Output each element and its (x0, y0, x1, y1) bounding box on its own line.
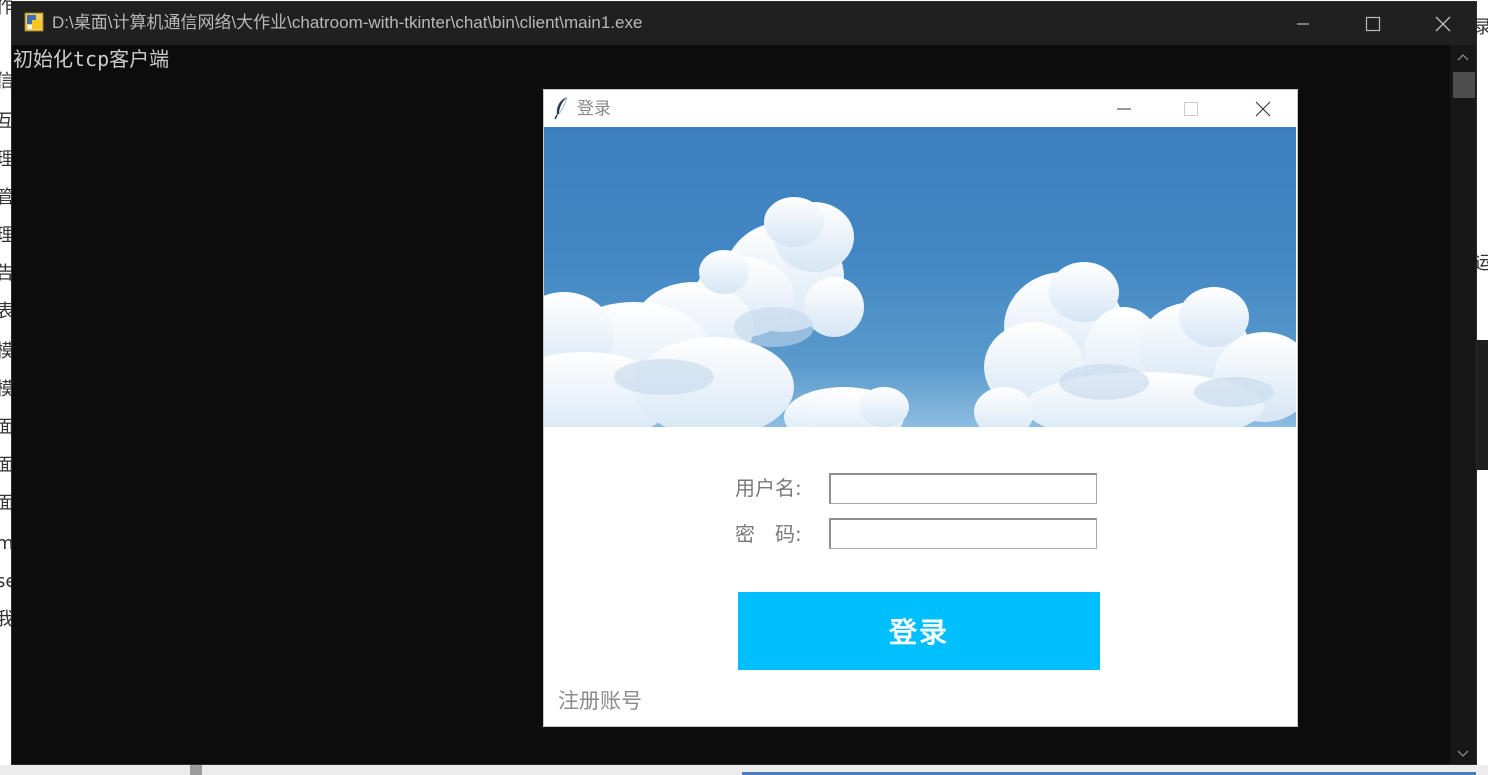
password-input[interactable] (829, 518, 1097, 549)
scroll-up-arrow-icon[interactable] (1457, 53, 1469, 61)
console-maximize-button[interactable] (1338, 2, 1408, 45)
console-window-title: D:\桌面\计算机通信网络\大作业\chatroom-with-tkinter\… (52, 13, 643, 32)
register-account-link[interactable]: 注册账号 (558, 687, 642, 715)
username-label: 用户名: (735, 476, 802, 500)
python-app-icon (24, 12, 44, 32)
sky-clouds-image (544, 127, 1296, 427)
login-dialog: 登录 用户名: 密 码: 登录 注册账号 (543, 89, 1298, 727)
console-scrollbar-thumb[interactable] (1453, 72, 1475, 98)
console-titlebar[interactable]: D:\桌面\计算机通信网络\大作业\chatroom-with-tkinter\… (12, 2, 1476, 45)
scroll-down-arrow-icon[interactable] (1457, 750, 1469, 758)
dialog-close-button[interactable] (1228, 90, 1298, 127)
close-icon (1435, 16, 1451, 31)
maximize-icon (1184, 101, 1198, 116)
username-input[interactable] (829, 473, 1097, 504)
feather-icon (554, 96, 568, 120)
console-close-button[interactable] (1408, 2, 1478, 45)
maximize-icon (1365, 16, 1381, 31)
dialog-maximize-button (1156, 90, 1226, 127)
minimize-icon (1297, 22, 1309, 25)
login-dialog-titlebar[interactable]: 登录 (544, 90, 1297, 127)
background-scrollbar-thumb[interactable] (190, 765, 202, 775)
minimize-icon (1117, 108, 1131, 109)
close-icon (1255, 101, 1271, 116)
dialog-minimize-button[interactable] (1089, 90, 1159, 127)
background-window-dark-panel (1476, 340, 1488, 470)
login-dialog-title: 登录 (577, 99, 611, 119)
console-output-line: 初始化tcp客户端 (13, 47, 170, 71)
console-scrollbar[interactable] (1450, 45, 1476, 764)
login-button[interactable]: 登录 (738, 592, 1100, 670)
password-label: 密 码: (735, 522, 802, 546)
console-minimize-button[interactable] (1268, 2, 1338, 45)
